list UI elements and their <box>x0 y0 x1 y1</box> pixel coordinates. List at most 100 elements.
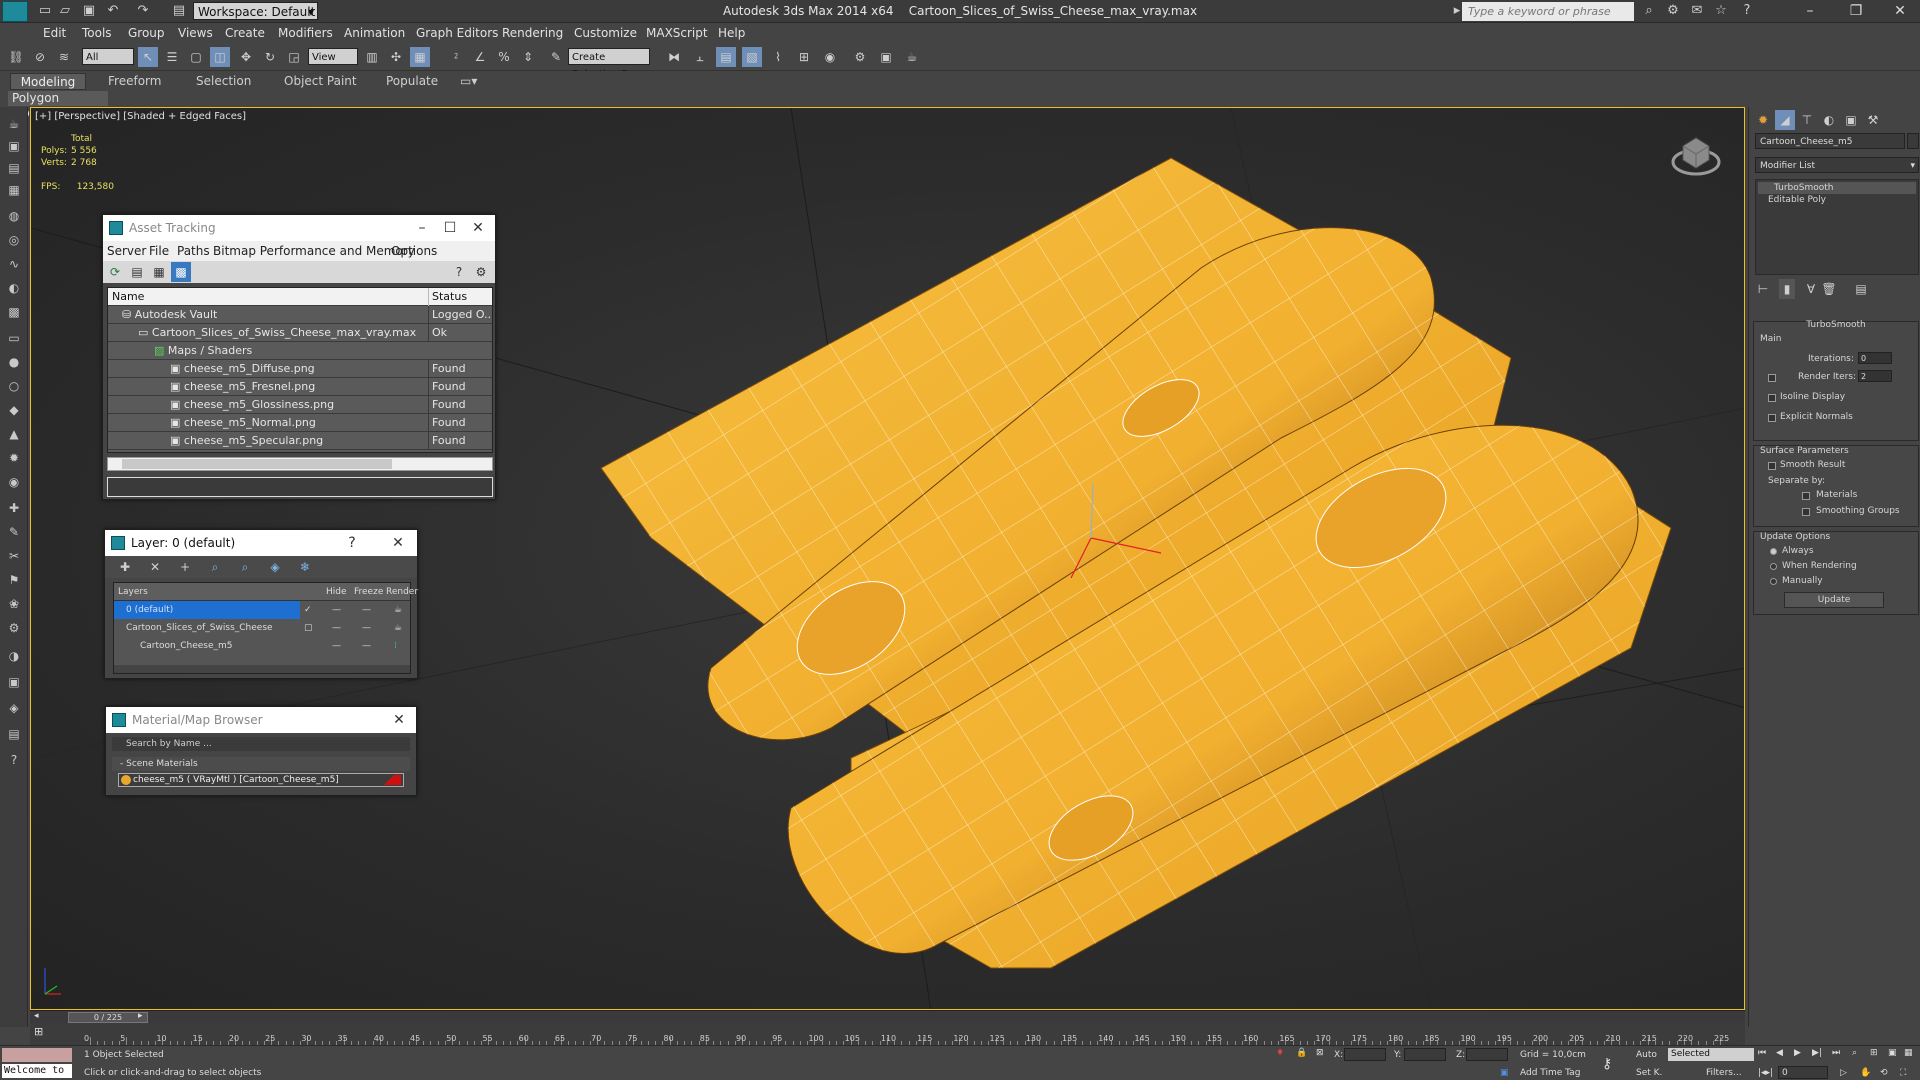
materials-checkbox[interactable] <box>1802 492 1810 500</box>
hedra-icon[interactable]: ◆ <box>4 401 24 419</box>
redo-icon[interactable]: ↷ <box>134 2 152 20</box>
cylinder-icon[interactable]: ◍ <box>4 207 24 225</box>
select-object-icon[interactable]: ↖ <box>138 47 158 67</box>
list-icon[interactable]: ▤ <box>127 262 147 282</box>
graphite-toolbar-icon[interactable]: ▧ <box>742 47 762 67</box>
time-slider[interactable]: 0 / 225 ◂ ▸ <box>30 1010 1745 1023</box>
freeze-all-icon[interactable]: ❄ <box>295 557 315 577</box>
tool-b-icon[interactable]: ✎ <box>4 523 24 541</box>
minimize-button[interactable]: – <box>1790 0 1830 23</box>
motion-tab-icon[interactable]: ◐ <box>1819 110 1839 130</box>
render-teapot-icon[interactable]: ☕ <box>394 619 402 637</box>
zoom-extents-icon[interactable]: ▣ <box>1888 1048 1897 1058</box>
select-in-layer-icon[interactable]: ⌕ <box>205 557 225 577</box>
key-filters-button[interactable]: Filters... <box>1706 1068 1742 1078</box>
object-name-field[interactable]: Cartoon_Cheese_m5 <box>1755 133 1905 149</box>
new-file-icon[interactable]: ▭ <box>36 2 54 20</box>
zoom-all-icon[interactable]: ⊞ <box>1870 1048 1878 1058</box>
tab-object-paint[interactable]: Object Paint <box>284 73 357 90</box>
material-search-input[interactable]: Search by Name ... <box>112 737 410 751</box>
favorites-star-icon[interactable]: ☆ <box>1712 2 1730 20</box>
table-row[interactable]: ▣ cheese_m5_Glossiness.png Found <box>108 396 492 414</box>
col-render-header[interactable]: Render <box>386 583 418 601</box>
time-tag-icon[interactable]: ▣ <box>1500 1068 1509 1078</box>
box-icon[interactable]: ▣ <box>4 137 24 155</box>
play-icon[interactable]: ▶ <box>1794 1048 1801 1058</box>
help-icon[interactable]: ? <box>341 530 363 556</box>
col-name-header[interactable]: Name <box>108 290 144 303</box>
table-row[interactable]: ▨ Maps / Shaders <box>108 342 492 360</box>
cone-icon[interactable]: ▲ <box>4 425 24 443</box>
subscription-icon[interactable]: ⚙ <box>1664 2 1682 20</box>
layer-row[interactable]: Cartoon_Cheese_m5 — — ⁞ <box>114 637 410 655</box>
z-coordinate-field[interactable] <box>1466 1048 1508 1061</box>
prev-frame-icon[interactable]: ◂ <box>34 1011 39 1021</box>
ribbon-options-icon[interactable]: ▭▾ <box>460 73 477 90</box>
grid-view-icon[interactable]: ▩ <box>171 262 191 282</box>
tool-i-icon[interactable]: ◈ <box>4 699 24 717</box>
menu-modifiers[interactable]: Modifiers <box>278 23 333 43</box>
curve-editor-icon[interactable]: ⌇ <box>768 47 788 67</box>
asset-path-field[interactable] <box>107 477 493 497</box>
asset-menu-paths[interactable]: Paths <box>177 241 210 261</box>
active-check-icon[interactable]: ✓ <box>304 601 312 619</box>
select-by-name-icon[interactable]: ☰ <box>162 47 182 67</box>
maxscript-mini-listener[interactable] <box>2 1048 72 1062</box>
asset-menu-file[interactable]: File <box>149 241 169 261</box>
stack-item-editable-poly[interactable]: Editable Poly <box>1758 194 1916 206</box>
hierarchy-tab-icon[interactable]: ⊤ <box>1797 110 1817 130</box>
display-tab-icon[interactable]: ▣ <box>1841 110 1861 130</box>
iterations-spinner[interactable]: 0 <box>1858 352 1892 364</box>
help-icon[interactable]: ? <box>1738 2 1756 20</box>
tube-icon[interactable]: ◎ <box>4 231 24 249</box>
teapot-icon[interactable]: ☕ <box>4 115 24 133</box>
minimize-icon[interactable]: – <box>411 215 433 241</box>
asset-horizontal-scrollbar[interactable] <box>107 457 493 471</box>
smooth-result-checkbox[interactable] <box>1768 462 1776 470</box>
rectangular-selection-icon[interactable]: ▢ <box>186 47 206 67</box>
table-row[interactable]: ▣ cheese_m5_Fresnel.png Found <box>108 378 492 396</box>
key-mode-icon[interactable]: |◂▸| <box>1758 1068 1773 1078</box>
reference-coordinate-select[interactable]: View <box>308 48 358 65</box>
tool-j-icon[interactable]: ▤ <box>4 725 24 743</box>
make-unique-icon[interactable]: ∀ <box>1803 279 1819 299</box>
absolute-mode-icon[interactable]: ⊠ <box>1316 1048 1324 1058</box>
tab-selection[interactable]: Selection <box>196 73 251 90</box>
time-slider-thumb[interactable]: 0 / 225 <box>68 1012 148 1023</box>
film-icon[interactable]: ▩ <box>4 303 24 321</box>
move-icon[interactable]: ✥ <box>236 47 256 67</box>
table-row[interactable]: ▭ Cartoon_Slices_of_Swiss_Cheese_max_vra… <box>108 324 492 342</box>
show-end-result-icon[interactable]: ▮ <box>1779 279 1795 299</box>
pan-icon[interactable]: ✋ <box>1860 1068 1871 1078</box>
globe-icon[interactable]: ◉ <box>4 473 24 491</box>
zoom-icon[interactable]: ⌕ <box>1852 1048 1857 1058</box>
workspace-select[interactable]: Workspace: Default ▾ <box>193 2 318 20</box>
delete-layer-icon[interactable]: ✕ <box>145 557 165 577</box>
always-radio[interactable] <box>1770 548 1777 555</box>
scrollbar-thumb[interactable] <box>122 459 392 469</box>
refresh-icon[interactable]: ⟳ <box>105 262 125 282</box>
render-setup-icon[interactable]: ⚙ <box>850 47 870 67</box>
menu-edit[interactable]: Edit <box>43 23 66 43</box>
material-browser-titlebar[interactable]: Material/Map Browser ✕ <box>106 707 416 733</box>
layer-box-icon[interactable]: ▢ <box>304 619 313 637</box>
settings-icon[interactable]: ⚙ <box>471 262 491 282</box>
highlight-layer-icon[interactable]: ⌕ <box>235 557 255 577</box>
tool-e-icon[interactable]: ❀ <box>4 595 24 613</box>
freeze-toggle[interactable]: — <box>362 637 371 655</box>
col-layers-header[interactable]: Layers <box>114 587 148 597</box>
modify-tab-icon[interactable]: ◢ <box>1775 110 1795 130</box>
percent-snap-icon[interactable]: % <box>494 47 514 67</box>
pin-stack-icon[interactable]: ⊢ <box>1755 279 1771 299</box>
table-icon[interactable]: ▦ <box>149 262 169 282</box>
current-frame-field[interactable]: 0 <box>1778 1066 1828 1079</box>
auto-key-button[interactable]: Auto <box>1636 1050 1657 1060</box>
hide-toggle[interactable]: — <box>332 601 341 619</box>
help-icon[interactable]: ? <box>4 751 24 769</box>
maximize-viewport-icon[interactable]: ⛶ <box>1900 1068 1906 1078</box>
sun-icon[interactable]: ✹ <box>4 449 24 467</box>
asset-tracking-titlebar[interactable]: Asset Tracking – ☐ ✕ <box>103 215 495 241</box>
render-iters-spinner[interactable]: 2 <box>1858 370 1892 382</box>
render-production-icon[interactable]: ☕ <box>902 47 922 67</box>
camera-icon[interactable]: ◐ <box>4 279 24 297</box>
